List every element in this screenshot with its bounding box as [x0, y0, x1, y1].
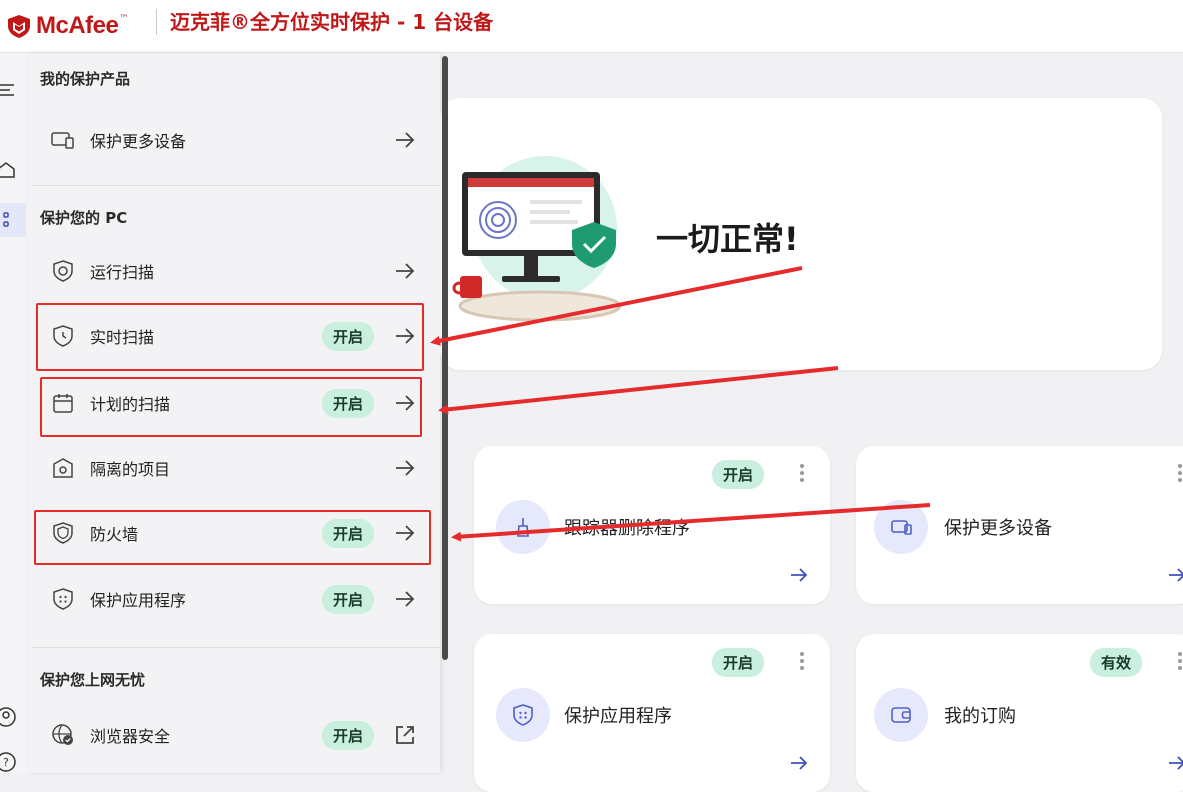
more-options-icon[interactable]	[800, 652, 804, 673]
pc-illustration-icon	[452, 156, 622, 322]
subscription-tile[interactable]: 有效 我的订购	[856, 634, 1183, 792]
section-divider	[32, 647, 440, 648]
browser-security-icon	[50, 722, 76, 748]
left-rail: ?	[0, 53, 28, 773]
menu-item-label: 浏览器安全	[90, 727, 171, 746]
status-badge: 有效	[1090, 648, 1143, 677]
title-divider	[156, 9, 157, 35]
app-title: 迈克菲®全方位实时保护 - 1 台设备	[170, 10, 494, 34]
trademark-mark: ™	[119, 14, 129, 24]
arrow-right-icon[interactable]	[392, 127, 418, 153]
section-heading-web: 保护您上网无忧	[40, 671, 146, 689]
more-options-icon[interactable]	[1178, 652, 1182, 673]
tile-label: 保护更多设备	[944, 518, 1052, 539]
menu-icon	[0, 84, 14, 96]
mcafee-shield-icon	[8, 15, 30, 38]
external-link-icon[interactable]	[392, 722, 418, 748]
apps-nav-button[interactable]	[0, 203, 26, 237]
menu-item-quarantine[interactable]: 隔离的项目	[50, 443, 418, 493]
menu-item-app-protection[interactable]: 保护应用程序 开启	[50, 574, 418, 624]
tile-label: 我的订购	[944, 706, 1016, 727]
arrow-right-icon[interactable]	[392, 586, 418, 612]
protect-more-devices-tile[interactable]: 保护更多设备	[856, 446, 1183, 604]
status-badge: 开启	[712, 460, 765, 489]
status-badge: 开启	[321, 584, 374, 614]
home-icon	[0, 162, 15, 178]
arrow-right-icon[interactable]	[1166, 752, 1183, 774]
annotation-box-realtime-scan	[36, 303, 424, 371]
menu-item-label: 隔离的项目	[90, 460, 171, 479]
help-icon: ?	[0, 752, 16, 772]
menu-item-label: 保护应用程序	[90, 591, 187, 610]
app-protection-tile[interactable]: 开启 保护应用程序	[474, 634, 830, 792]
status-badge: 开启	[321, 720, 374, 750]
more-options-icon[interactable]	[1178, 464, 1182, 485]
menu-item-browser-security[interactable]: 浏览器安全 开启	[50, 710, 418, 760]
tracker-remover-tile[interactable]: 开启 跟踪器删除程序	[474, 446, 830, 604]
devices-icon	[874, 500, 928, 554]
section-heading-pc: 保护您的 PC	[40, 209, 128, 227]
tracker-remover-icon	[496, 500, 550, 554]
arrow-right-icon[interactable]	[1166, 564, 1183, 586]
grid-icon	[3, 212, 9, 227]
menu-toggle-button[interactable]	[0, 73, 26, 107]
arrow-right-icon[interactable]	[788, 752, 810, 774]
brand-name: McAfee	[36, 12, 119, 39]
account-icon	[0, 707, 16, 727]
title-bar: McAfee ™ 迈克菲®全方位实时保护 - 1 台设备	[0, 0, 1183, 53]
annotation-box-scheduled-scan	[40, 377, 422, 437]
home-nav-button[interactable]	[0, 153, 26, 187]
arrow-right-icon[interactable]	[788, 564, 810, 586]
tile-label: 保护应用程序	[564, 706, 672, 727]
app-shield-icon	[50, 586, 76, 612]
account-nav-button[interactable]	[0, 700, 26, 734]
annotation-box-firewall	[34, 510, 431, 565]
panel-scrollbar[interactable]	[442, 56, 448, 660]
menu-item-protect-more-devices[interactable]: 保护更多设备	[50, 115, 418, 165]
annotation-arrow	[438, 366, 839, 415]
tile-label: 跟踪器删除程序	[564, 518, 690, 539]
more-options-icon[interactable]	[800, 464, 804, 485]
svg-text:?: ?	[3, 756, 9, 769]
status-badge: 开启	[712, 648, 765, 677]
app-shield-icon	[496, 688, 550, 742]
wallet-icon	[874, 688, 928, 742]
quarantine-icon	[50, 455, 76, 481]
section-heading-products: 我的保护产品	[40, 70, 131, 88]
devices-icon	[50, 127, 76, 153]
section-divider	[32, 185, 440, 186]
status-message: 一切正常!	[656, 220, 799, 258]
status-card	[440, 98, 1162, 370]
arrow-right-icon[interactable]	[392, 258, 418, 284]
scan-shield-icon	[50, 258, 76, 284]
menu-item-label: 运行扫描	[90, 263, 155, 282]
mcafee-logo: McAfee ™	[6, 8, 128, 44]
help-nav-button[interactable]: ?	[0, 745, 26, 779]
menu-item-run-scan[interactable]: 运行扫描	[50, 246, 418, 296]
menu-item-label: 保护更多设备	[90, 132, 187, 151]
arrow-right-icon[interactable]	[392, 455, 418, 481]
